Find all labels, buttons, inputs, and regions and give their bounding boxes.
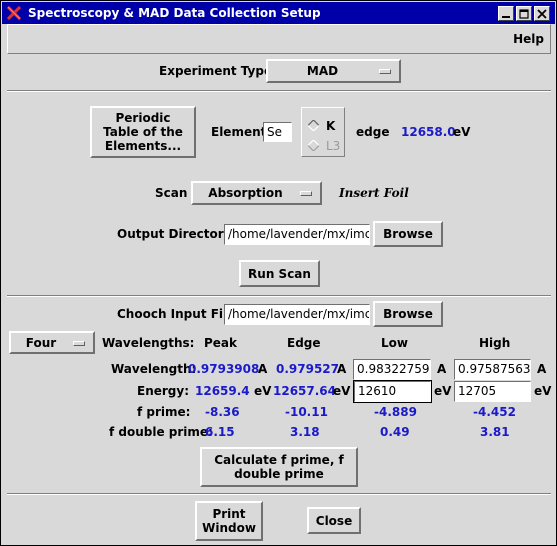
edge-energy-unit: eV xyxy=(453,125,471,139)
low-wavelength-unit: A xyxy=(437,362,447,376)
periodic-table-button[interactable]: Periodic Table of the Elements... xyxy=(90,106,196,158)
experiment-type-value: MAD xyxy=(306,64,339,78)
high-wavelength-input[interactable]: 0.97587563 xyxy=(454,359,531,380)
wavelengths-label: Wavelengths: xyxy=(102,336,195,350)
element-input[interactable]: Se xyxy=(263,122,292,142)
low-wavelength-input[interactable]: 0.983227597 xyxy=(353,359,431,380)
peak-energy-unit: eV xyxy=(254,384,272,398)
column-edge-header: Edge xyxy=(287,336,321,350)
close-icon xyxy=(537,8,547,19)
output-browse-button[interactable]: Browse xyxy=(373,221,443,247)
minimize-icon xyxy=(502,15,510,18)
title-bar[interactable]: Spectroscopy & MAD Data Collection Setup xyxy=(2,2,555,24)
edge-radio-group: K L3 xyxy=(301,107,345,157)
print-window-button[interactable]: Print Window xyxy=(195,501,263,541)
radio-diamond-selected-icon xyxy=(308,120,319,131)
edge-fprime: -10.11 xyxy=(285,405,328,419)
high-wavelength-unit: A xyxy=(537,362,547,376)
maximize-button[interactable] xyxy=(516,6,532,21)
calculate-fprime-button[interactable]: Calculate f prime, f double prime xyxy=(200,447,358,487)
chooch-browse-button[interactable]: Browse xyxy=(373,301,443,327)
chooch-input-file[interactable]: /home/lavender/mx/imcag xyxy=(224,304,370,325)
element-label: Element xyxy=(211,125,267,139)
edge-wavelength-unit: A xyxy=(337,362,347,376)
scan-type-select[interactable]: Absorption xyxy=(191,181,322,205)
close-window-button[interactable] xyxy=(534,6,550,21)
edge-fdouble: 3.18 xyxy=(290,425,320,439)
peak-wavelength: 0.9793908 xyxy=(188,362,260,376)
edge-l3-label: L3 xyxy=(326,139,341,153)
radio-diamond-icon xyxy=(308,140,319,151)
wavelength-count-value: Four xyxy=(25,336,57,350)
wavelength-row-label: Wavelength: xyxy=(111,362,197,376)
column-peak-header: Peak xyxy=(204,336,238,350)
edge-energy: 12657.64 xyxy=(273,384,337,398)
high-fprime: -4.452 xyxy=(473,405,516,419)
low-energy-unit: eV xyxy=(434,384,452,398)
scan-type-value: Absorption xyxy=(208,186,283,200)
wavelength-count-select[interactable]: Four xyxy=(9,331,95,354)
high-energy-unit: eV xyxy=(534,384,552,398)
scan-note: Insert Foil xyxy=(339,186,409,200)
help-menu[interactable]: Help xyxy=(513,32,544,46)
option-indicator-icon xyxy=(379,69,391,74)
separator xyxy=(7,90,551,92)
separator xyxy=(7,493,551,495)
output-directory-label: Output Directory xyxy=(117,227,232,241)
spectroscopy-setup-window: Spectroscopy & MAD Data Collection Setup… xyxy=(0,0,557,546)
edge-wavelength: 0.979527 xyxy=(276,362,340,376)
high-energy-input[interactable]: 12705 xyxy=(454,381,531,402)
high-fdouble: 3.81 xyxy=(480,425,510,439)
output-directory-input[interactable]: /home/lavender/mx/imcag xyxy=(224,224,370,245)
chooch-input-label: Chooch Input File xyxy=(117,307,236,321)
edge-energy-value: 12658.0 xyxy=(401,125,456,139)
edge-radio-k[interactable]: K xyxy=(306,117,344,135)
run-scan-button[interactable]: Run Scan xyxy=(239,260,320,287)
column-low-header: Low xyxy=(381,336,408,350)
maximize-icon xyxy=(519,8,529,19)
edge-energy-unit: eV xyxy=(333,384,351,398)
separator xyxy=(7,295,551,297)
peak-wavelength-unit: A xyxy=(258,362,268,376)
low-fdouble: 0.49 xyxy=(380,425,410,439)
close-button[interactable]: Close xyxy=(307,507,361,534)
experiment-type-label: Experiment Type xyxy=(159,64,273,78)
energy-row-label: Energy: xyxy=(137,384,190,398)
menu-bar: Help xyxy=(7,24,551,54)
fprime-row-label: f prime: xyxy=(137,405,191,419)
peak-fdouble: 6.15 xyxy=(205,425,235,439)
option-indicator-icon xyxy=(73,341,85,346)
option-indicator-icon xyxy=(300,191,312,196)
scan-label: Scan xyxy=(155,186,188,200)
column-high-header: High xyxy=(479,336,511,350)
minimize-button[interactable] xyxy=(498,6,514,21)
fdouble-row-label: f double prime: xyxy=(109,425,213,439)
edge-radio-l3[interactable]: L3 xyxy=(306,137,344,155)
experiment-type-select[interactable]: MAD xyxy=(266,59,401,83)
peak-fprime: -8.36 xyxy=(205,405,240,419)
window-title: Spectroscopy & MAD Data Collection Setup xyxy=(28,6,321,20)
edge-label: edge xyxy=(356,125,390,139)
edge-k-label: K xyxy=(326,119,336,133)
peak-energy: 12659.4 xyxy=(195,384,250,398)
app-x-icon xyxy=(7,6,21,20)
low-fprime: -4.889 xyxy=(374,405,417,419)
low-energy-input[interactable]: 12610 xyxy=(353,380,432,403)
